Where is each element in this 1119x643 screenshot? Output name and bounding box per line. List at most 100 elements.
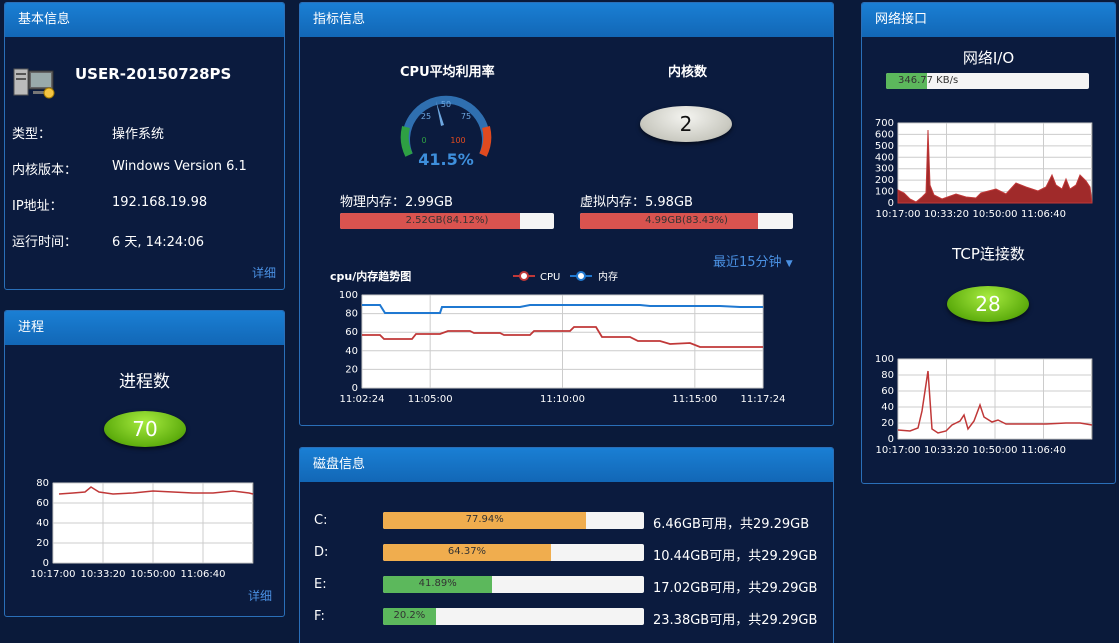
x-tick-label: 10:17:00 (876, 445, 921, 456)
x-tick-label: 10:50:00 (973, 445, 1018, 456)
disk-capacity-info: 23.38GB可用，共29.29GB (653, 613, 818, 628)
basic-row-label: 内核版本： (12, 163, 78, 178)
y-tick-label: 60 (881, 386, 894, 397)
disk-title: 磁盘信息 (300, 448, 833, 482)
x-tick-label: 11:06:40 (1021, 209, 1066, 220)
x-tick-label: 11:17:24 (741, 394, 786, 405)
network-io-value: 346.77 KB/s (898, 75, 959, 86)
gauge-tick-label: 100 (450, 136, 465, 145)
y-tick-label: 80 (36, 478, 49, 489)
x-tick-label: 10:50:00 (131, 569, 176, 580)
x-tick-label: 10:17:00 (876, 209, 921, 220)
process-detail-link[interactable]: 详细 (248, 587, 272, 604)
y-tick-label: 700 (875, 118, 894, 129)
computer-icon (13, 68, 55, 99)
metrics-title: 指标信息 (300, 3, 833, 37)
x-tick-label: 11:05:00 (408, 394, 453, 405)
y-tick-label: 100 (875, 187, 894, 198)
disk-usage-percent: 77.94% (465, 514, 504, 525)
y-tick-label: 40 (345, 346, 358, 357)
disk-panel: 磁盘信息 C: 77.94% 6.46GB可用，共29.29GB D: 64.37% 10… (299, 447, 834, 643)
time-range-label: 最近15分钟 (713, 255, 782, 270)
disk-drive-name: E: (314, 577, 327, 592)
network-io-chart: 700600500400300200100010:17:00 10:33:20 10… (875, 118, 1093, 220)
core-count-badge: 2 (640, 106, 732, 142)
cpu-value: 41.5% (418, 150, 474, 169)
process-title: 进程 (5, 311, 284, 345)
disk-capacity-info: 10.44GB可用，共29.29GB (653, 549, 818, 564)
disk-usage-percent: 64.37% (447, 546, 487, 557)
hostname: USER-20150728PS (75, 65, 232, 83)
time-range-select[interactable]: 最近15分钟 ▼ (713, 251, 793, 270)
virtual-memory-bar: 4.99GB(83.43%) (580, 213, 793, 229)
disk-usage-bar: 20.2% (383, 608, 644, 625)
gauge-tick-label: 75 (461, 112, 471, 121)
process-count-label: 进程数 (119, 372, 170, 392)
x-tick-label: 10:17:00 (31, 569, 76, 580)
cpu-gauge: 0 25 50 75 100 41.5% (400, 95, 492, 169)
x-tick-label: 10:50:00 (973, 209, 1018, 220)
x-tick-label: 10:33:20 (924, 445, 969, 456)
disk-drive-name: C: (314, 513, 328, 528)
trend-chart-title: cpu/内存趋势图 (330, 270, 412, 283)
network-io-bar: 346.77 KB/s (886, 73, 1089, 89)
gauge-tick-label: 50 (441, 100, 451, 109)
gauge-tick-label: 0 (421, 136, 426, 145)
network-panel: 网络接口 网络I/O 346.77 KB/s 700 600 500 400 300 20… (861, 2, 1116, 484)
tcp-chart: 100 80 60 40 20 010:17:00 10:33:20 10:50:00 11:0… (875, 354, 1093, 456)
y-tick-label: 100 (875, 354, 894, 365)
disk-usage-bar: 41.89% (383, 576, 644, 593)
physical-memory-label: 物理内存：2.99GB (340, 195, 453, 210)
caret-down-icon: ▼ (785, 259, 793, 269)
virtual-memory-label: 虚拟内存：5.98GB (580, 195, 693, 210)
x-tick-label: 10:33:20 (924, 209, 969, 220)
network-title: 网络接口 (862, 3, 1115, 37)
metrics-panel: 指标信息 CPU平均利用率 0 25 50 75 100 41.5% 内核数 2 物理内… (299, 2, 834, 426)
y-tick-label: 200 (875, 175, 894, 186)
y-tick-label: 100 (339, 290, 358, 301)
y-tick-label: 0 (352, 383, 358, 394)
process-count-badge: 70 (104, 411, 186, 447)
physical-memory-bar: 2.52GB(84.12%) (340, 213, 554, 229)
y-tick-label: 500 (875, 141, 894, 152)
y-tick-label: 40 (881, 402, 894, 413)
y-tick-label: 0 (888, 434, 894, 445)
x-tick-label: 11:06:40 (1021, 445, 1066, 456)
disk-drive-name: F: (314, 609, 325, 624)
core-label: 内核数 (668, 65, 708, 80)
y-tick-label: 600 (875, 129, 894, 140)
trend-legend: CPU 内存 (513, 270, 618, 283)
physical-memory-value: 2.52GB(84.12%) (405, 215, 489, 226)
mem-legend-marker (576, 271, 586, 281)
basic-row-value: 192.168.19.98 (112, 195, 208, 210)
basic-row-label: 类型： (12, 127, 52, 142)
basic-detail-link[interactable]: 详细 (252, 264, 276, 281)
x-tick-label: 11:06:40 (181, 569, 226, 580)
process-panel: 进程 进程数 70 80 60 40 20 0 10:17:00 10:33:20 10:50… (4, 310, 285, 617)
y-tick-label: 40 (36, 518, 49, 529)
cpu-legend-label: CPU (540, 272, 560, 283)
gauge-tick-label: 25 (421, 112, 431, 121)
basic-row-label: 运行时间： (12, 235, 78, 250)
x-tick-label: 11:15:00 (672, 394, 717, 405)
disk-drive-name: D: (314, 545, 329, 560)
y-tick-label: 20 (36, 538, 49, 549)
tcp-count-badge: 28 (947, 286, 1029, 322)
disk-usage-percent: 20.2% (393, 610, 426, 621)
disk-usage-bar: 64.37% (383, 544, 644, 561)
disk-capacity-info: 17.02GB可用，共29.29GB (653, 581, 818, 596)
cpu-legend-marker (519, 271, 529, 281)
x-tick-label: 10:33:20 (81, 569, 126, 580)
y-tick-label: 400 (875, 152, 894, 163)
x-tick-label: 11:10:00 (540, 394, 585, 405)
y-tick-label: 0 (888, 198, 894, 209)
basic-row-value: Windows Version 6.1 (112, 159, 247, 174)
y-tick-label: 300 (875, 164, 894, 175)
tcp-label: TCP连接数 (952, 245, 1025, 263)
basic-row-value: 6 天, 14:24:06 (112, 235, 205, 250)
basic-row-value: 操作系统 (112, 127, 165, 142)
y-tick-label: 60 (36, 498, 49, 509)
x-tick-label: 11:02:24 (340, 394, 385, 405)
basic-row-label: IP地址： (12, 199, 63, 214)
cpu-memory-trend-chart: 100 80 60 40 20 011:02:24 11:05:00 11:10:00 11:1… (339, 290, 786, 405)
